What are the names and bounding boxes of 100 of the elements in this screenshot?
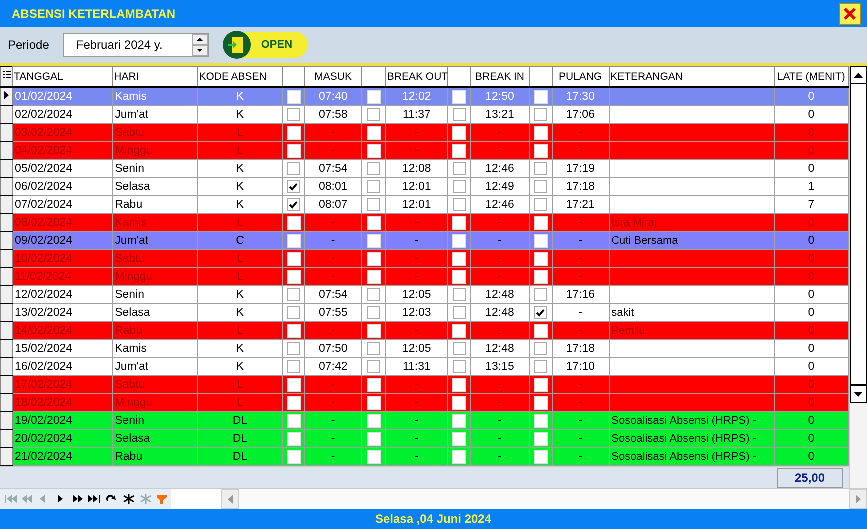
day-cell: Rabu (112, 448, 198, 466)
close-icon (843, 6, 857, 20)
time-cell: 11:37 (386, 106, 448, 124)
checkbox[interactable] (367, 180, 380, 193)
time-cell: - (304, 448, 362, 466)
checkbox[interactable] (287, 342, 300, 355)
column-header[interactable]: KODE ABSEN (198, 66, 283, 87)
late-cell: 0 (774, 286, 848, 304)
late-cell: 0 (774, 304, 848, 322)
day-cell: Kamis (112, 87, 198, 106)
time-cell: 12:50 (470, 87, 530, 106)
checkbox[interactable] (287, 306, 300, 319)
date-cell: 20/02/2024 (12, 430, 113, 448)
time-cell: - (386, 376, 448, 394)
time-cell: 07:42 (304, 358, 362, 376)
code-cell: DL (198, 430, 283, 448)
scroll-down-icon[interactable] (850, 385, 867, 403)
checkbox[interactable] (452, 360, 466, 373)
date-cell: 06/02/2024 (12, 178, 113, 196)
time-cell: - (552, 124, 610, 142)
asterisk-icon (138, 493, 152, 505)
time-cell: - (470, 250, 530, 268)
time-cell: - (304, 430, 362, 448)
checkbox[interactable] (534, 162, 548, 175)
time-cell: - (470, 430, 530, 448)
scroll-right-icon[interactable] (849, 489, 867, 509)
time-cell: - (386, 448, 448, 466)
checkbox[interactable] (287, 360, 300, 373)
code-cell: K (198, 160, 283, 178)
column-header[interactable]: TANGGAL (12, 66, 113, 87)
time-cell: 12:08 (386, 160, 448, 178)
day-cell: Minggu (112, 394, 198, 412)
time-cell: 13:21 (470, 106, 530, 124)
checkbox[interactable] (287, 108, 300, 121)
checkbox[interactable] (452, 198, 466, 211)
spin-down-icon[interactable] (192, 45, 208, 56)
status-date: Selasa ,04 Juni 2024 (375, 512, 492, 526)
checkbox[interactable] (534, 360, 548, 373)
time-cell: - (304, 232, 362, 250)
time-cell: - (470, 412, 530, 430)
period-field[interactable]: Februari 2024 y. (63, 33, 210, 57)
column-header[interactable]: HARI (112, 66, 198, 87)
column-header[interactable]: PULANG (552, 66, 610, 87)
checkbox[interactable] (452, 288, 466, 301)
checkbox[interactable] (287, 180, 300, 193)
code-cell: L (198, 124, 283, 142)
late-cell: 0 (774, 376, 848, 394)
checkbox[interactable] (367, 108, 380, 121)
checkbox[interactable] (452, 306, 466, 319)
checkbox[interactable] (287, 288, 300, 301)
checkbox[interactable] (452, 108, 466, 121)
scroll-up-icon[interactable] (850, 66, 867, 84)
column-header[interactable]: KETERANGAN (609, 66, 774, 87)
close-button[interactable] (839, 2, 861, 24)
time-cell: 12:48 (470, 304, 530, 322)
checkbox[interactable] (367, 306, 380, 319)
checkbox[interactable] (287, 198, 300, 211)
checkbox[interactable] (534, 306, 548, 319)
scroll-left-icon[interactable] (221, 489, 239, 509)
checkbox[interactable] (367, 162, 380, 175)
skip-last-icon (88, 493, 102, 505)
time-cell: 12:48 (470, 340, 530, 358)
code-cell: L (198, 250, 283, 268)
column-header[interactable]: BREAK IN (470, 66, 530, 87)
day-cell: Rabu (112, 322, 198, 340)
column-header[interactable]: MASUK (304, 66, 362, 87)
column-header[interactable]: BREAK OUT (386, 66, 448, 87)
checkbox[interactable] (367, 360, 380, 373)
checkbox[interactable] (534, 198, 548, 211)
note-cell: sakit (609, 304, 774, 322)
late-cell: 1 (774, 178, 848, 196)
checkbox[interactable] (452, 180, 466, 193)
note-cell: Pemilu (609, 322, 774, 340)
time-cell: - (470, 124, 530, 142)
note-cell: Isra Miraj (609, 214, 774, 232)
time-cell: 07:55 (304, 304, 362, 322)
checkbox[interactable] (452, 342, 466, 355)
checkbox[interactable] (287, 162, 300, 175)
code-cell: L (198, 322, 283, 340)
checkbox[interactable] (534, 108, 548, 121)
time-cell: - (470, 268, 530, 286)
time-cell: - (304, 124, 362, 142)
column-header[interactable]: LATE (MENIT) (774, 66, 848, 87)
checkbox[interactable] (367, 288, 380, 301)
checkbox[interactable] (367, 198, 380, 211)
day-cell: Selasa (112, 178, 198, 196)
checkbox[interactable] (534, 342, 548, 355)
checkbox[interactable] (534, 288, 548, 301)
column-menu-icon[interactable] (0, 66, 12, 87)
checkbox[interactable] (367, 342, 380, 355)
checkbox[interactable] (534, 180, 548, 193)
open-button[interactable]: OPEN (223, 32, 308, 58)
checkbox[interactable] (452, 162, 466, 175)
fast-forward-icon (70, 493, 84, 505)
scroll-thumb[interactable] (850, 84, 867, 385)
code-cell: K (198, 340, 283, 358)
date-cell: 05/02/2024 (12, 160, 113, 178)
code-cell: K (198, 304, 283, 322)
spin-up-icon[interactable] (192, 34, 208, 45)
day-cell: Selasa (112, 430, 198, 448)
